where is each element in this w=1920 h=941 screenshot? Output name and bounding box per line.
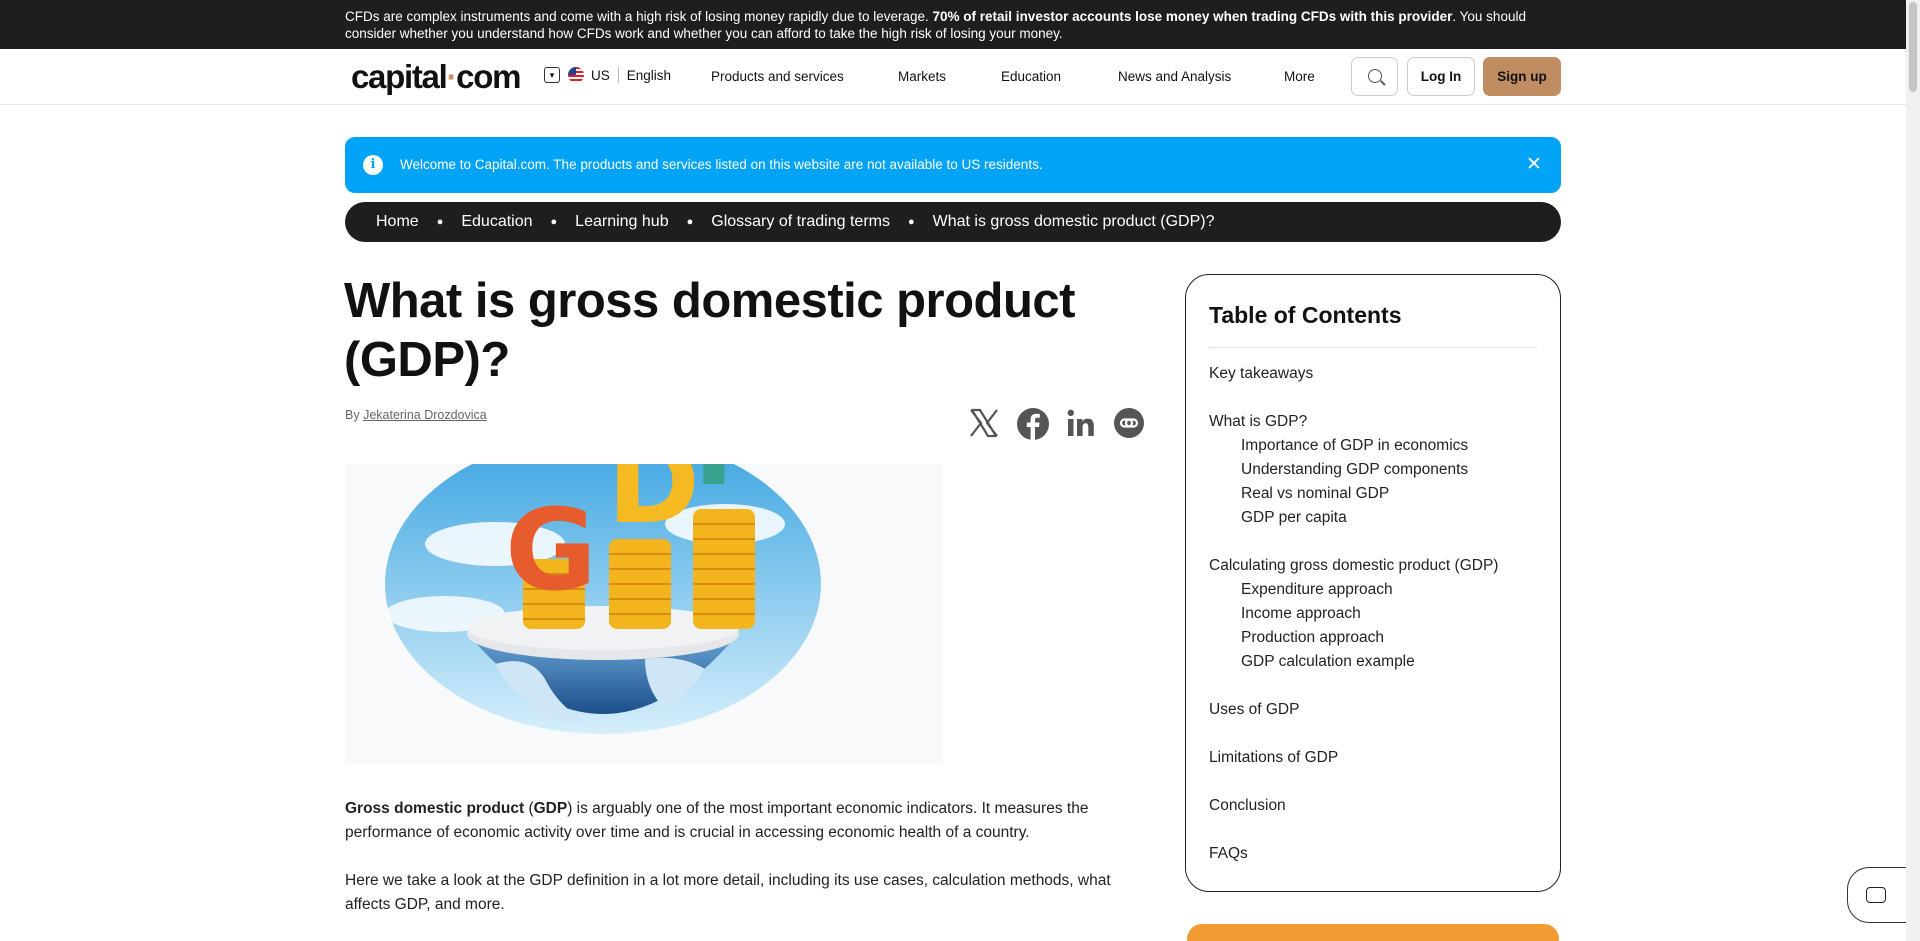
toc-subitem[interactable]: Income approach (1241, 605, 1361, 623)
page-title: What is gross domestic product (GDP)? (344, 274, 1075, 387)
x-icon[interactable] (968, 407, 1000, 439)
toc-item[interactable]: What is GDP? (1209, 413, 1307, 431)
breadcrumb-learning-hub[interactable]: Learning hub (575, 213, 668, 231)
author-link[interactable]: Jekaterina Drozdovica (363, 408, 487, 422)
toc-item[interactable]: FAQs (1209, 845, 1248, 863)
us-flag-icon (568, 67, 584, 83)
nav-more[interactable]: More (1284, 69, 1315, 84)
toc-subitem[interactable]: Production approach (1241, 629, 1384, 647)
risk-warning-bar: CFDs are complex instruments and come wi… (0, 0, 1906, 49)
site-logo[interactable]: capital·com (351, 58, 521, 96)
page-scrollbar[interactable] (1906, 0, 1920, 941)
hero-letter-d: D (607, 464, 700, 549)
logo-tld: com (456, 58, 521, 95)
info-icon: i (363, 155, 383, 175)
breadcrumb-separator: ● (686, 216, 694, 228)
notice-message: Welcome to Capital.com. The products and… (400, 157, 1043, 172)
sidebar-cta-button[interactable] (1187, 924, 1559, 941)
hero-letter-g: G (505, 486, 597, 616)
term-gdp-full: Gross domestic product (345, 800, 525, 817)
term-gdp-abbr: GDP (533, 800, 568, 817)
toc-subitem[interactable]: Understanding GDP components (1241, 461, 1468, 479)
search-button[interactable] (1351, 57, 1398, 96)
breadcrumb-separator: ● (436, 216, 444, 228)
search-icon-handle (1380, 80, 1386, 86)
breadcrumb-current: What is gross domestic product (GDP)? (932, 213, 1215, 230)
risk-warning-text: CFDs are complex instruments and come wi… (345, 8, 1560, 42)
signup-button[interactable]: Sign up (1483, 57, 1561, 96)
logo-dot: · (446, 58, 457, 95)
breadcrumb-glossary[interactable]: Glossary of trading terms (711, 213, 890, 231)
chat-icon (1866, 887, 1886, 903)
risk-warning-part-1: CFDs are complex instruments and come wi… (345, 9, 933, 24)
nav-education[interactable]: Education (1001, 69, 1061, 84)
byline: By Jekaterina Drozdovica (345, 408, 487, 422)
region-label: US (591, 67, 610, 83)
chat-button[interactable] (1847, 867, 1909, 923)
breadcrumb-education[interactable]: Education (461, 213, 532, 231)
hero-letter-p: P (693, 464, 775, 511)
toc-item[interactable]: Limitations of GDP (1209, 749, 1338, 767)
p1-open-paren: ( (524, 800, 534, 817)
nav-markets[interactable]: Markets (898, 69, 946, 84)
toc-item[interactable]: Key takeaways (1209, 365, 1313, 383)
toc-item[interactable]: Uses of GDP (1209, 701, 1299, 719)
locale-selector[interactable]: ▾ US English (544, 67, 671, 83)
logo-text: capital (351, 58, 448, 95)
toc-title: Table of Contents (1209, 302, 1402, 328)
table-of-contents: Table of Contents Key takeaways What is … (1185, 274, 1561, 892)
us-residents-notice: i Welcome to Capital.com. The products a… (345, 137, 1561, 193)
toc-subitem[interactable]: Real vs nominal GDP (1241, 485, 1389, 503)
copy-link-icon[interactable] (1113, 407, 1145, 439)
toc-subitem[interactable]: Expenditure approach (1241, 581, 1393, 599)
breadcrumb-separator: ● (550, 216, 558, 228)
byline-prefix: By (345, 408, 364, 422)
overview-paragraph: Here we take a look at the GDP definitio… (345, 872, 1111, 913)
nav-news-and-analysis[interactable]: News and Analysis (1118, 69, 1231, 84)
intro-paragraph: Gross domestic product (GDP) is arguably… (345, 797, 1145, 845)
facebook-icon[interactable] (1016, 407, 1050, 441)
toc-divider (1209, 347, 1537, 348)
breadcrumb-home[interactable]: Home (376, 213, 419, 231)
language-label: English (626, 67, 672, 83)
hero-image: G D P (345, 464, 943, 764)
toc-subitem[interactable]: GDP calculation example (1241, 653, 1415, 671)
breadcrumb-separator: ● (907, 216, 915, 228)
toc-item[interactable]: Conclusion (1209, 797, 1286, 815)
breadcrumb: Home ● Education ● Learning hub ● Glossa… (345, 202, 1561, 242)
linkedin-icon[interactable] (1065, 407, 1097, 439)
locale-divider (617, 67, 619, 83)
close-icon[interactable]: ✕ (1526, 153, 1542, 176)
login-button[interactable]: Log In (1407, 57, 1475, 96)
site-header: capital·com ▾ US English Products and se… (0, 49, 1906, 105)
scrollbar-thumb[interactable] (1909, 2, 1917, 92)
risk-warning-bold: 70% of retail investor accounts lose mon… (932, 9, 1453, 24)
toc-subitem[interactable]: Importance of GDP in economics (1241, 437, 1468, 455)
toc-item[interactable]: Calculating gross domestic product (GDP) (1209, 557, 1498, 575)
nav-products-and-services[interactable]: Products and services (711, 69, 844, 84)
chevron-down-icon: ▾ (544, 67, 560, 83)
toc-subitem[interactable]: GDP per capita (1241, 509, 1347, 527)
